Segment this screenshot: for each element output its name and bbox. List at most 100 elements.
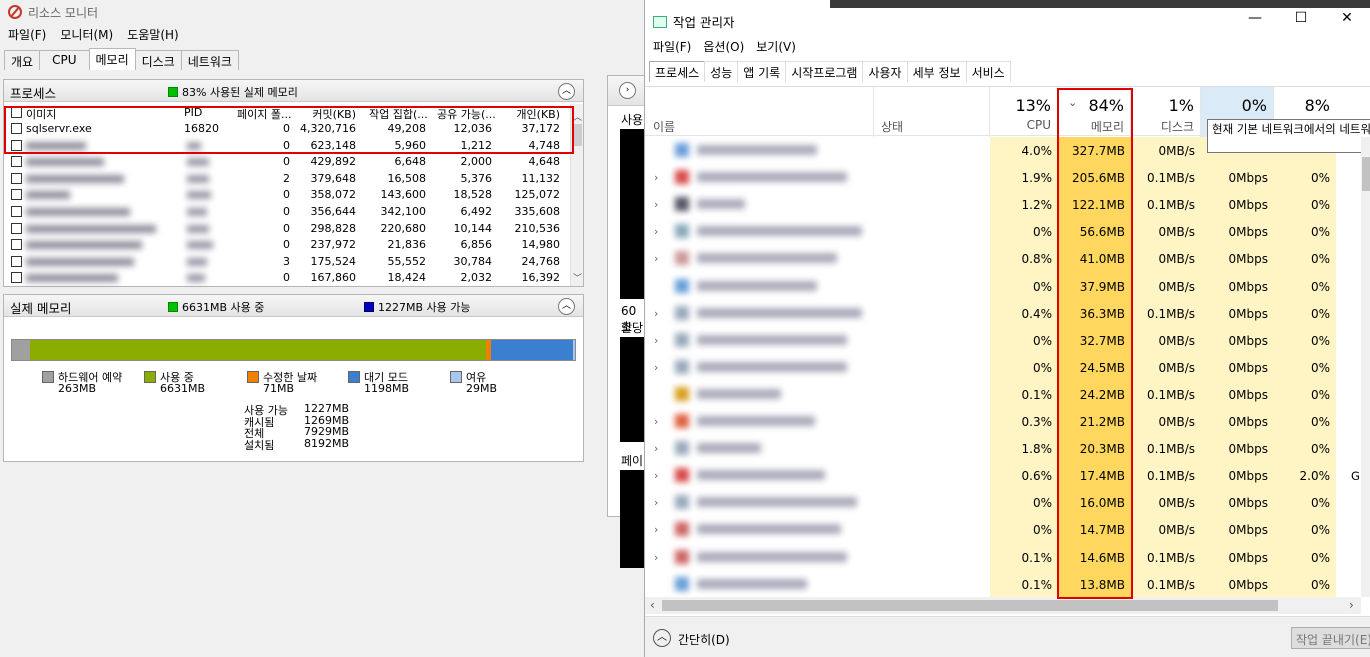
tab-app-history[interactable]: 앱 기록 [737, 61, 787, 82]
col-cpu[interactable]: 13% CPU [990, 87, 1058, 137]
process-row[interactable]: › 0.6% 17.4MB 0.1MB/s 0Mbps 2.0% [645, 462, 1361, 489]
process-checkbox[interactable] [11, 139, 22, 151]
process-checkbox[interactable] [11, 156, 22, 168]
process-row[interactable]: 0 623,148 5,960 1,212 4,748 [4, 138, 569, 154]
col-memory[interactable]: ⌄ 84% 메모리 [1058, 87, 1131, 137]
process-row[interactable]: › 1.9% 205.6MB 0.1MB/s 0Mbps 0% [645, 164, 1361, 191]
col-shareable[interactable]: 공유 가능(... [437, 106, 496, 122]
process-row[interactable]: › 0.4% 36.3MB 0.1MB/s 0Mbps 0% [645, 300, 1361, 327]
vertical-scrollbar[interactable] [1361, 137, 1370, 597]
process-panel-header[interactable]: 프로세스 83% 사용된 실제 메모리 ︿ [4, 80, 583, 102]
minimize-icon[interactable]: — [1232, 10, 1278, 26]
process-checkbox[interactable] [11, 189, 22, 201]
rm-menu-file[interactable]: 파일(F) [8, 26, 46, 43]
chevron-up-circle-icon[interactable]: ︿ [653, 629, 671, 647]
rm-menu-monitor[interactable]: 모니터(M) [60, 26, 113, 43]
process-row[interactable]: › 0% 24.5MB 0MB/s 0Mbps 0% [645, 354, 1361, 381]
physical-memory-header[interactable]: 실제 메모리 6631MB 사용 중 1227MB 사용 가능 ︿ [4, 295, 583, 317]
expand-chevron-icon[interactable]: › [654, 307, 658, 320]
col-disk[interactable]: 1% 디스크 [1131, 87, 1201, 137]
process-row[interactable]: 0 358,072 143,600 18,528 125,072 [4, 187, 569, 203]
process-row[interactable]: 2 379,648 16,508 5,376 11,132 [4, 171, 569, 187]
process-row[interactable]: 0.1% 13.8MB 0.1MB/s 0Mbps 0% [645, 571, 1361, 598]
rm-tab-memory[interactable]: 메모리 [88, 48, 136, 70]
tm-menu-view[interactable]: 보기(V) [756, 38, 796, 55]
collapse-up-icon[interactable]: ︿ [558, 298, 575, 315]
process-row[interactable]: 0% 37.9MB 0MB/s 0Mbps 0% [645, 273, 1361, 300]
process-row[interactable]: › 1.2% 122.1MB 0.1MB/s 0Mbps 0% [645, 191, 1361, 218]
tab-processes[interactable]: 프로세스 [649, 61, 706, 82]
col-private[interactable]: 개인(KB) [514, 106, 560, 122]
collapse-up-icon[interactable]: ︿ [558, 83, 575, 100]
expand-chevron-icon[interactable]: › [654, 415, 658, 428]
expand-chevron-icon[interactable]: › [654, 551, 658, 564]
process-row[interactable]: › 0.3% 21.2MB 0MB/s 0Mbps 0% [645, 408, 1361, 435]
horizontal-scrollbar[interactable]: ‹ › [645, 597, 1361, 614]
scroll-down-arrow-icon[interactable]: ﹀ [573, 271, 582, 284]
expand-chevron-icon[interactable]: › [654, 225, 658, 238]
scroll-thumb[interactable] [572, 124, 582, 146]
process-row[interactable]: › 0.1% 14.6MB 0.1MB/s 0Mbps 0% [645, 544, 1361, 571]
process-row[interactable]: › 0% 56.6MB 0MB/s 0Mbps 0% [645, 218, 1361, 245]
expand-chevron-icon[interactable]: › [654, 171, 658, 184]
process-checkbox[interactable] [11, 222, 22, 234]
rm-tab-overview[interactable]: 개요 [4, 50, 41, 70]
expand-chevron-icon[interactable]: › [654, 523, 658, 536]
col-pid[interactable]: PID [184, 106, 202, 119]
scroll-up-arrow-icon[interactable]: ︿ [573, 110, 582, 123]
process-row[interactable]: 0 429,892 6,648 2,000 4,648 [4, 154, 569, 170]
close-icon[interactable]: ✕ [1324, 10, 1370, 26]
horizontal-scroll-thumb[interactable] [662, 600, 1278, 611]
vertical-scroll-thumb[interactable] [1362, 157, 1370, 191]
tm-menu-options[interactable]: 옵션(O) [703, 38, 744, 55]
expand-chevron-icon[interactable]: › [654, 496, 658, 509]
tab-services[interactable]: 서비스 [965, 61, 1011, 82]
tab-startup[interactable]: 시작프로그램 [785, 61, 864, 82]
tm-menu-file[interactable]: 파일(F) [653, 38, 691, 55]
expand-chevron-icon[interactable]: › [654, 442, 658, 455]
tab-users[interactable]: 사용자 [862, 61, 908, 82]
maximize-icon[interactable]: ☐ [1278, 10, 1324, 26]
process-row[interactable]: › 0.8% 41.0MB 0MB/s 0Mbps 0% [645, 245, 1361, 272]
process-row[interactable]: › 0% 16.0MB 0MB/s 0Mbps 0% [645, 489, 1361, 516]
process-row[interactable]: 0 167,860 18,424 2,032 16,392 [4, 270, 569, 286]
process-checkbox[interactable] [11, 172, 22, 184]
end-task-button[interactable]: 작업 끝내기(E) [1291, 627, 1370, 649]
col-commit[interactable]: 커밋(KB) [308, 106, 356, 122]
process-row[interactable]: 3 175,524 55,552 30,784 24,768 [4, 254, 569, 270]
process-checkbox[interactable] [11, 239, 22, 251]
col-image[interactable]: 이미지 [26, 106, 56, 122]
expand-chevron-icon[interactable]: › [654, 469, 658, 482]
process-row[interactable]: › 0% 14.7MB 0MB/s 0Mbps 0% [645, 516, 1361, 543]
scroll-left-icon[interactable]: ‹ [650, 598, 655, 612]
process-row[interactable]: › 0% 32.7MB 0MB/s 0Mbps 0% [645, 327, 1361, 354]
process-checkbox[interactable] [11, 206, 22, 217]
process-checkbox[interactable] [11, 123, 22, 134]
expand-chevron-icon[interactable]: › [654, 361, 658, 374]
process-row[interactable]: 0.1% 24.2MB 0.1MB/s 0Mbps 0% [645, 381, 1361, 408]
rm-tab-disk[interactable]: 디스크 [134, 50, 182, 70]
select-all-checkbox[interactable] [11, 107, 22, 118]
process-row[interactable]: 0 356,644 342,100 6,492 335,608 [4, 204, 569, 220]
tab-performance[interactable]: 성능 [704, 61, 739, 82]
tab-details[interactable]: 세부 정보 [906, 61, 967, 82]
expand-right-icon[interactable]: › [619, 82, 636, 99]
process-row[interactable]: 0 298,828 220,680 10,144 210,536 [4, 221, 569, 237]
rm-tab-cpu[interactable]: CPU [39, 50, 90, 70]
rm-tab-network[interactable]: 네트워크 [180, 50, 239, 70]
expand-chevron-icon[interactable]: › [654, 252, 658, 265]
scroll-right-icon[interactable]: › [1349, 598, 1354, 612]
expand-chevron-icon[interactable]: › [654, 198, 658, 211]
process-row[interactable]: sqlservr.exe 16820 0 4,320,716 49,208 12,036 3… [4, 121, 569, 137]
process-scrollbar[interactable]: ︿ ﹀ [570, 104, 583, 286]
disk-cell: 0.1MB/s [1147, 171, 1195, 186]
col-page-faults[interactable]: 페이지 폴... [237, 106, 291, 122]
col-working-set[interactable]: 작업 집합(... [369, 106, 428, 122]
process-row[interactable]: › 1.8% 20.3MB 0.1MB/s 0Mbps 0% [645, 435, 1361, 462]
rm-menu-help[interactable]: 도움말(H) [127, 26, 179, 43]
less-details-link[interactable]: 간단히(D) [678, 631, 730, 648]
expand-chevron-icon[interactable]: › [654, 334, 658, 347]
process-checkbox[interactable] [11, 272, 22, 284]
process-row[interactable]: 0 237,972 21,836 6,856 14,980 [4, 237, 569, 253]
process-checkbox[interactable] [11, 255, 22, 267]
